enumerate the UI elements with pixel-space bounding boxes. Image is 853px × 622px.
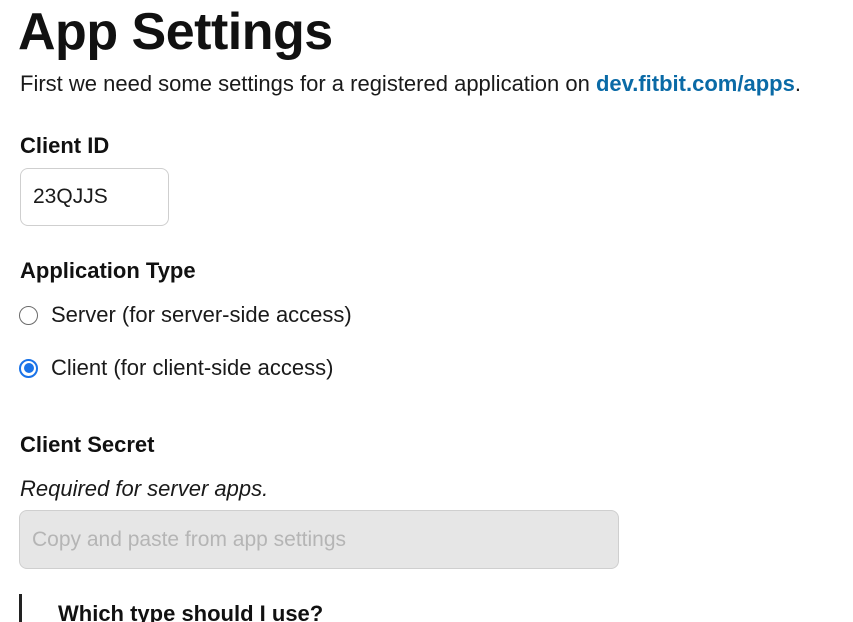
client-secret-hint: Required for server apps. [20,476,269,501]
callout-accent-bar [19,594,22,622]
intro-text-suffix: . [794,71,801,96]
app-settings-page: App Settings First we need some settings… [0,0,853,622]
application-type-label: Application Type [20,258,196,283]
callout-title: Which type should I use? [58,601,324,622]
radio-option-client[interactable]: Client (for client-side access) [19,354,333,382]
client-id-label: Client ID [20,133,110,158]
client-secret-input[interactable] [19,510,619,569]
radio-server-button[interactable] [19,305,38,325]
intro-text: First we need some settings for a regist… [20,70,801,98]
page-title: App Settings [18,3,333,61]
intro-text-prefix: First we need some settings for a regist… [20,71,596,96]
radio-server-label: Server (for server-side access) [51,302,352,327]
fitbit-apps-link[interactable]: dev.fitbit.com/apps [596,71,795,96]
radio-option-server[interactable]: Server (for server-side access) [19,301,352,329]
radio-client-label: Client (for client-side access) [51,355,334,380]
client-secret-label: Client Secret [20,432,155,457]
client-id-input[interactable] [20,168,169,226]
radio-client-button[interactable] [19,358,38,378]
